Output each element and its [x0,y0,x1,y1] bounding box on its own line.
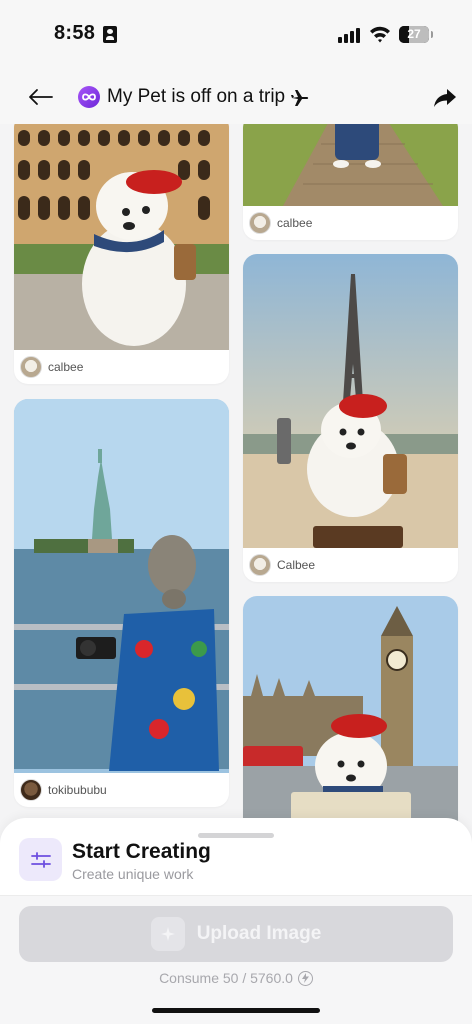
airplane-icon [291,90,309,106]
post-author[interactable]: tokibububu [14,773,229,807]
post-image-eiffel-tower [243,254,458,548]
post-card[interactable]: tokibububu [14,399,229,807]
sheet-drag-handle[interactable] [198,833,274,838]
post-image-dog-on-path [243,124,458,206]
cellular-signal-icon [338,27,362,43]
create-bottom-sheet: Start Creating Create unique work Upload… [0,818,472,1024]
back-arrow-icon[interactable] [26,84,56,110]
post-image-big-ben [243,596,458,824]
post-image-colosseum [14,124,229,350]
header-title-group: My Pet is off on a trip [78,84,310,110]
post-card[interactable]: calbee [14,124,229,384]
battery-level: 27 [407,27,421,41]
contact-card-icon [103,26,117,43]
page-title: My Pet is off on a trip [107,86,286,107]
post-author[interactable]: calbee [14,350,229,384]
sparkle-icon [150,917,185,951]
post-author[interactable]: calbee [243,206,458,240]
username[interactable]: calbee [48,360,83,374]
post-image-statue-of-liberty [14,399,229,773]
username[interactable]: tokibububu [48,783,107,797]
header: My Pet is off on a trip [0,70,472,124]
upload-image-label: Upload Image [196,923,322,944]
home-indicator[interactable] [152,1008,320,1013]
avatar[interactable] [20,356,42,378]
status-bar: 8:58 27 [0,0,472,70]
infinity-logo-icon [78,86,100,108]
avatar[interactable] [249,212,271,234]
username[interactable]: calbee [277,216,312,230]
status-time: 8:58 [54,22,96,44]
sheet-actions: Upload Image Consume 50 / 5760.0 [0,896,472,1024]
avatar[interactable] [249,554,271,576]
upload-image-button[interactable]: Upload Image [19,906,453,962]
sheet-subtitle: Create unique work [72,866,194,882]
username[interactable]: Calbee [277,558,315,572]
avatar[interactable] [20,779,42,801]
wifi-icon [370,26,390,43]
post-card[interactable]: Calbee [243,254,458,582]
consume-credits: Consume 50 / 5760.0 [0,970,472,986]
sheet-title: Start Creating [72,840,211,863]
post-card[interactable] [243,596,458,824]
lightning-bolt-icon [297,970,313,986]
post-author[interactable]: Calbee [243,548,458,582]
photo-feed[interactable]: calbee tokibububu calbee Calbee [0,124,472,824]
consume-text: Consume 50 / 5760.0 [159,970,293,986]
settings-sliders-icon[interactable] [19,838,62,881]
share-icon[interactable] [432,86,458,110]
battery-icon: 27 [399,26,429,43]
post-card[interactable]: calbee [243,124,458,240]
